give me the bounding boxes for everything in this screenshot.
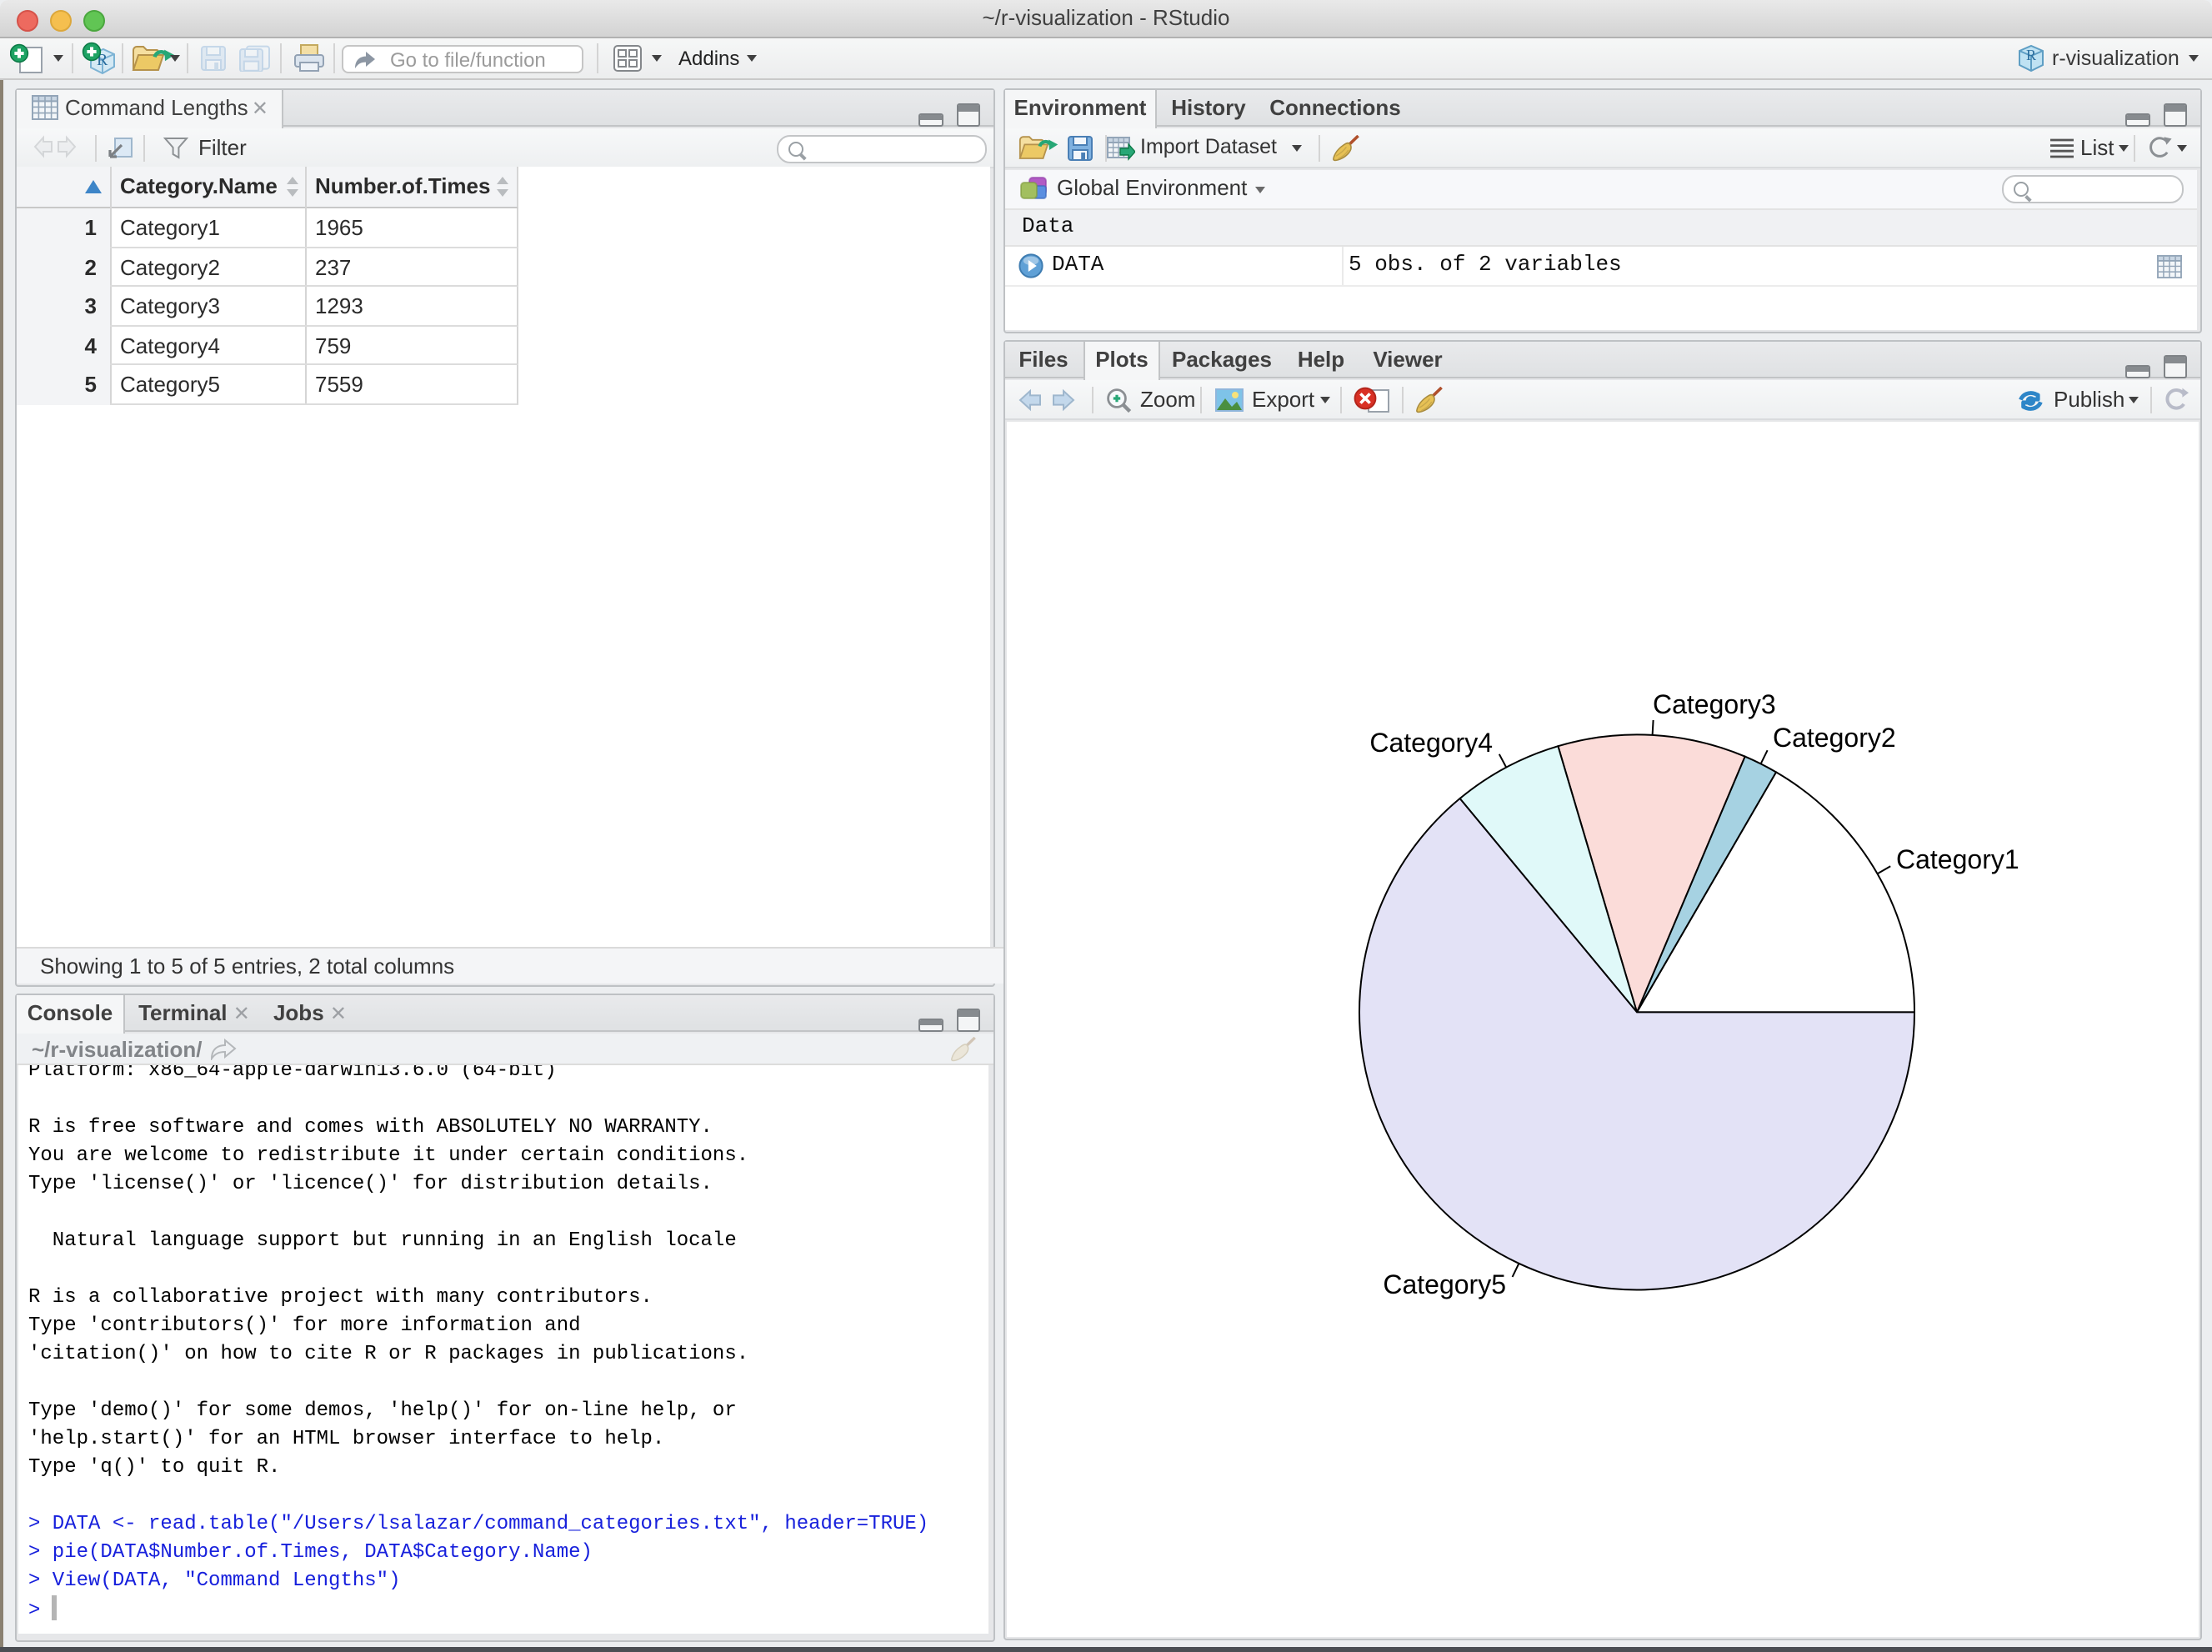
svg-text:Category4: Category4 bbox=[1369, 728, 1493, 758]
svg-text:R: R bbox=[2026, 47, 2036, 63]
svg-text:Category2: Category2 bbox=[1773, 723, 1896, 753]
svg-text:Category1: Category1 bbox=[1896, 844, 2019, 874]
svg-text:Category5: Category5 bbox=[1383, 1269, 1506, 1299]
svg-text:Category3: Category3 bbox=[1653, 689, 1776, 719]
